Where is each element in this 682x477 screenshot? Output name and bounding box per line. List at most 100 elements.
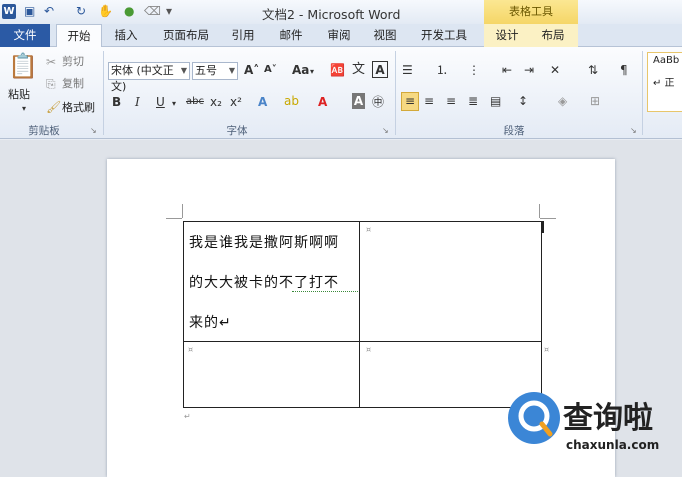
tab-references[interactable]: 引用	[226, 24, 260, 47]
font-color-icon[interactable]: A	[318, 94, 327, 110]
character-shading-icon[interactable]: A	[352, 93, 365, 109]
copy-icon[interactable]: ⎘	[46, 76, 56, 92]
tab-mailings[interactable]: 邮件	[274, 24, 308, 47]
chevron-down-icon: ▼	[180, 66, 187, 75]
style-normal[interactable]: AaBb ↵ 正	[647, 52, 682, 112]
text-cursor	[542, 221, 544, 233]
paragraph-group-label: 段落	[503, 125, 525, 137]
clipboard-group-label: 剪贴板	[28, 125, 60, 137]
grammar-underline	[292, 289, 358, 292]
enclosed-character-icon[interactable]: ㊥	[372, 94, 384, 110]
italic-icon[interactable]: I	[135, 94, 140, 110]
word-logo-icon[interactable]: W	[2, 4, 16, 19]
font-name-combo[interactable]: 宋体 (中文正文) ▼	[108, 62, 190, 93]
style-preview: AaBb	[653, 55, 680, 66]
customize-toolbar-icon[interactable]: ▾	[166, 4, 172, 19]
end-of-cell-mark: ¤	[188, 345, 194, 354]
tab-file[interactable]: 文件	[0, 24, 50, 47]
cell-text-line-3[interactable]: 来的↵	[189, 312, 232, 332]
copy-button[interactable]: 复制	[62, 76, 84, 92]
paste-button[interactable]: 粘贴	[8, 87, 30, 103]
font-name-value: 宋体 (中文正文)	[111, 64, 174, 93]
font-size-combo[interactable]: 五号 ▼	[192, 62, 238, 80]
table-row-border[interactable]	[183, 341, 542, 342]
underline-icon[interactable]: U	[156, 94, 165, 110]
font-size-value: 五号	[195, 64, 217, 77]
separator	[395, 51, 396, 135]
font-launcher-icon[interactable]: ↘	[382, 123, 389, 139]
highlight-icon[interactable]: ab	[284, 93, 299, 109]
margin-mark	[166, 218, 182, 219]
tab-page-layout[interactable]: 页面布局	[158, 24, 214, 47]
watermark-url: chaxunla.com	[566, 438, 660, 452]
table-column-border[interactable]	[359, 221, 360, 408]
shading-icon[interactable]: ◈	[558, 93, 567, 109]
align-right-icon[interactable]: ≡	[446, 93, 456, 109]
justify-icon[interactable]: ≣	[468, 93, 478, 109]
tab-developer[interactable]: 开发工具	[414, 24, 474, 47]
paste-icon[interactable]: 📋	[8, 53, 38, 79]
chevron-down-icon[interactable]: ▾	[172, 96, 176, 112]
end-of-cell-mark: ¤	[366, 345, 372, 354]
cell-text-line-1[interactable]: 我是谁我是撒阿斯啊啊	[189, 232, 339, 252]
paste-dropdown-icon[interactable]: ▾	[22, 101, 26, 117]
align-center-icon[interactable]: ≡	[424, 93, 434, 109]
grow-font-icon[interactable]: A˄	[244, 62, 259, 78]
margin-mark	[182, 204, 183, 218]
tab-view[interactable]: 视图	[368, 24, 402, 47]
change-case-button[interactable]: Aa	[292, 62, 309, 78]
text-effects-icon[interactable]: A	[258, 94, 267, 110]
decrease-indent-icon[interactable]: ⇤	[502, 62, 512, 78]
table-tools-header: 表格工具	[484, 0, 578, 24]
save-icon[interactable]: ▣	[24, 4, 35, 19]
watermark-logo-icon	[508, 392, 560, 444]
eraser-icon[interactable]: ⌫	[144, 4, 161, 19]
tab-review[interactable]: 审阅	[322, 24, 356, 47]
borders-icon[interactable]: ⊞	[590, 93, 600, 109]
color-wheel-icon[interactable]: ●	[124, 4, 134, 19]
bullets-icon[interactable]: ☰	[402, 62, 413, 78]
margin-mark	[540, 218, 556, 219]
undo-icon[interactable]: ↶	[44, 4, 54, 19]
bold-icon[interactable]: B	[112, 94, 121, 110]
redo-icon[interactable]: ↻	[76, 4, 86, 19]
chevron-down-icon: ▼	[228, 66, 235, 75]
style-name: ↵ 正	[653, 78, 675, 89]
ribbon: 📋 粘贴 ▾ ✂ 剪切 ⎘ 复制 🖌 格式刷 剪贴板 ↘ 宋体 (中文正文) ▼…	[0, 47, 682, 139]
title-bar: W ▣ ↶ ↻ ✋ ● ⌫ ▾ 文档2 - Microsoft Word 表格工…	[0, 0, 682, 24]
end-of-row-mark: ¤	[544, 345, 550, 354]
chinese-layout-icon[interactable]: ✕	[550, 62, 560, 78]
paragraph-launcher-icon[interactable]: ↘	[630, 123, 637, 139]
superscript-icon[interactable]: x²	[230, 94, 242, 110]
distributed-icon[interactable]: ▤	[490, 93, 501, 109]
align-left-icon[interactable]: ≡	[401, 92, 419, 111]
tab-layout[interactable]: 布局	[536, 24, 570, 47]
separator	[642, 51, 643, 135]
line-spacing-icon[interactable]: ↕	[518, 93, 528, 109]
ribbon-tabs: 文件 开始 插入 页面布局 引用 邮件 审阅 视图 开发工具 设计 布局	[0, 24, 682, 49]
show-marks-icon[interactable]: ¶	[620, 62, 628, 78]
document-title: 文档2 - Microsoft Word	[262, 7, 401, 22]
shrink-font-icon[interactable]: A˅	[264, 62, 277, 78]
character-border-icon[interactable]: A	[372, 61, 388, 78]
end-of-cell-mark: ¤	[366, 225, 372, 234]
tab-design[interactable]: 设计	[490, 24, 524, 47]
chevron-down-icon[interactable]: ▾	[310, 64, 314, 80]
tab-insert[interactable]: 插入	[108, 24, 144, 47]
subscript-icon[interactable]: x₂	[210, 94, 222, 110]
numbering-icon[interactable]: ⒈	[436, 62, 448, 78]
format-painter-icon[interactable]: 🖌	[46, 99, 61, 115]
cut-icon[interactable]: ✂	[46, 54, 56, 70]
touch-icon[interactable]: ✋	[98, 4, 113, 19]
cut-button[interactable]: 剪切	[62, 54, 84, 70]
clipboard-launcher-icon[interactable]: ↘	[90, 123, 97, 139]
clear-formatting-icon[interactable]: 🆎	[330, 62, 345, 78]
sort-icon[interactable]: ⇅	[588, 62, 598, 78]
separator	[103, 51, 104, 135]
phonetic-guide-icon[interactable]: 文	[352, 62, 365, 78]
increase-indent-icon[interactable]: ⇥	[524, 62, 534, 78]
format-painter-button[interactable]: 格式刷	[62, 100, 95, 116]
tab-home[interactable]: 开始	[56, 24, 102, 49]
multilevel-list-icon[interactable]: ⋮	[468, 62, 480, 78]
strikethrough-icon[interactable]: abc	[186, 94, 204, 110]
